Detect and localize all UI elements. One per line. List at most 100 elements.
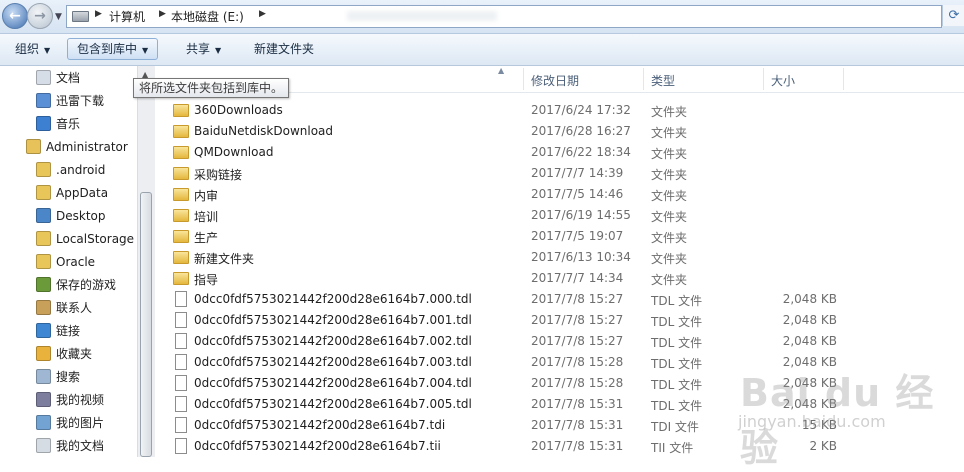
file-name: BaiduNetdiskDownload <box>194 124 334 138</box>
crumb-separator-icon[interactable]: ▶ <box>259 9 266 19</box>
file-row[interactable]: 培训 2017/6/19 14:55 文件夹 <box>155 205 964 226</box>
documents-icon <box>36 70 51 85</box>
history-dropdown-icon[interactable]: ▼ <box>55 12 62 22</box>
file-date-modified: 2017/7/8 15:28 <box>531 376 624 390</box>
refresh-button[interactable]: ⟳ <box>942 5 964 26</box>
organize-label: 组织 <box>15 42 40 56</box>
file-name: 生产 <box>194 231 219 245</box>
folder-icon <box>173 251 189 264</box>
file-icon <box>175 417 187 433</box>
folder-icon <box>36 185 51 200</box>
nav-item-label: 我的图片 <box>56 416 105 430</box>
file-icon <box>175 333 187 349</box>
file-date-modified: 2017/7/8 15:27 <box>531 292 624 306</box>
include-in-library-button[interactable]: 包含到库中 ▼ <box>67 38 159 60</box>
file-row[interactable]: BaiduNetdiskDownload 2017/6/28 16:27 文件夹 <box>155 121 964 142</box>
column-divider[interactable] <box>763 68 764 90</box>
file-row[interactable]: 0dcc0fdf5753021442f200d28e6164b7.001.tdl… <box>155 310 964 331</box>
file-date-modified: 2017/6/22 18:34 <box>531 145 631 159</box>
file-date-modified: 2017/6/24 17:32 <box>531 103 631 117</box>
column-size[interactable]: 大小 <box>771 72 795 89</box>
crumb-separator-icon[interactable]: ▶ <box>95 9 102 19</box>
file-name: 0dcc0fdf5753021442f200d28e6164b7.002.tdl <box>194 334 472 348</box>
file-row[interactable]: 新建文件夹 2017/6/13 10:34 文件夹 <box>155 247 964 268</box>
links-icon <box>36 323 51 338</box>
file-name: 0dcc0fdf5753021442f200d28e6164b7.tii <box>194 439 441 453</box>
column-divider[interactable] <box>843 68 844 90</box>
file-row[interactable]: 生产 2017/7/5 19:07 文件夹 <box>155 226 964 247</box>
new-folder-button[interactable]: 新建文件夹 <box>245 38 323 60</box>
file-type: 文件夹 <box>651 231 688 245</box>
file-date-modified: 2017/6/19 14:55 <box>531 208 631 222</box>
nav-item-label: 收藏夹 <box>56 347 93 361</box>
file-name: 新建文件夹 <box>194 252 255 266</box>
back-arrow-icon: ← <box>9 8 21 24</box>
file-name: 0dcc0fdf5753021442f200d28e6164b7.001.tdl <box>194 313 472 327</box>
file-date-modified: 2017/7/7 14:34 <box>531 271 624 285</box>
file-date-modified: 2017/7/8 15:28 <box>531 355 624 369</box>
file-row[interactable]: 0dcc0fdf5753021442f200d28e6164b7.002.tdl… <box>155 331 964 352</box>
column-date-modified[interactable]: 修改日期 <box>531 72 579 89</box>
favorites-icon <box>36 346 51 361</box>
file-icon <box>175 438 187 454</box>
nav-item-label: 我的文档 <box>56 439 105 453</box>
forward-button[interactable]: → <box>27 3 53 29</box>
contacts-icon <box>36 300 51 315</box>
nav-item-label: .android <box>56 163 106 177</box>
folder-icon <box>173 104 189 117</box>
nav-item-label: 文档 <box>56 71 81 85</box>
nav-item-label: 联系人 <box>56 301 93 315</box>
file-row[interactable]: 内审 2017/7/5 14:46 文件夹 <box>155 184 964 205</box>
file-row[interactable]: 360Downloads 2017/6/24 17:32 文件夹 <box>155 100 964 121</box>
file-type: 文件夹 <box>651 252 688 266</box>
file-row[interactable]: 0dcc0fdf5753021442f200d28e6164b7.000.tdl… <box>155 289 964 310</box>
nav-item-label: 搜索 <box>56 370 81 384</box>
file-type: 文件夹 <box>651 210 688 224</box>
file-type: TDL 文件 <box>651 357 703 371</box>
file-date-modified: 2017/7/8 15:27 <box>531 313 624 327</box>
navigation-pane: 文档 迅雷下载 音乐 Administrator .android AppData Desk… <box>0 66 137 457</box>
file-type: 文件夹 <box>651 126 688 140</box>
address-box[interactable]: ▶ 计算机 ▶ 本地磁盘 (E:) ▶ ▼ <box>66 5 942 28</box>
file-size: 2,048 KB <box>782 292 837 306</box>
back-button[interactable]: ← <box>2 3 28 29</box>
file-type: TII 文件 <box>651 441 694 455</box>
music-icon <box>36 116 51 131</box>
forward-arrow-icon: → <box>34 8 46 24</box>
scrollbar-thumb[interactable] <box>140 192 152 457</box>
file-row[interactable]: QMDownload 2017/6/22 18:34 文件夹 <box>155 142 964 163</box>
user-folder-icon <box>26 139 41 154</box>
tooltip: 将所选文件夹包括到库中。 <box>133 78 290 98</box>
crumb-drive-e[interactable]: 本地磁盘 (E:) <box>171 8 244 25</box>
crumb-computer[interactable]: 计算机 <box>109 8 145 25</box>
column-divider[interactable] <box>523 68 524 90</box>
folder-icon <box>173 188 189 201</box>
file-type: 文件夹 <box>651 147 688 161</box>
file-type: 文件夹 <box>651 189 688 203</box>
file-type: 文件夹 <box>651 273 688 287</box>
file-date-modified: 2017/7/8 15:31 <box>531 418 624 432</box>
file-row[interactable]: 指导 2017/7/7 14:34 文件夹 <box>155 268 964 289</box>
file-row[interactable]: 采购链接 2017/7/7 14:39 文件夹 <box>155 163 964 184</box>
organize-button[interactable]: 组织 ▼ <box>6 38 59 60</box>
column-type[interactable]: 类型 <box>651 72 675 89</box>
nav-item-label: Administrator <box>46 140 128 154</box>
nav-item-label: 音乐 <box>56 117 81 131</box>
file-size: 2,048 KB <box>782 313 837 327</box>
file-name: 采购链接 <box>194 168 243 182</box>
desktop-folder-icon <box>36 208 51 223</box>
file-name: 0dcc0fdf5753021442f200d28e6164b7.004.tdl <box>194 376 472 390</box>
file-type: 文件夹 <box>651 105 688 119</box>
file-type: TDL 文件 <box>651 336 703 350</box>
file-type: TDL 文件 <box>651 315 703 329</box>
chevron-down-icon: ▼ <box>44 46 51 55</box>
folder-icon <box>173 272 189 285</box>
share-button[interactable]: 共享 ▼ <box>177 38 230 60</box>
share-label: 共享 <box>186 42 211 56</box>
crumb-separator-icon[interactable]: ▶ <box>159 9 166 19</box>
file-date-modified: 2017/7/8 15:27 <box>531 334 624 348</box>
chevron-down-icon: ▼ <box>215 46 222 55</box>
column-divider[interactable] <box>643 68 644 90</box>
file-type: TDL 文件 <box>651 399 703 413</box>
nav-scrollbar[interactable]: ▲ <box>137 66 155 457</box>
